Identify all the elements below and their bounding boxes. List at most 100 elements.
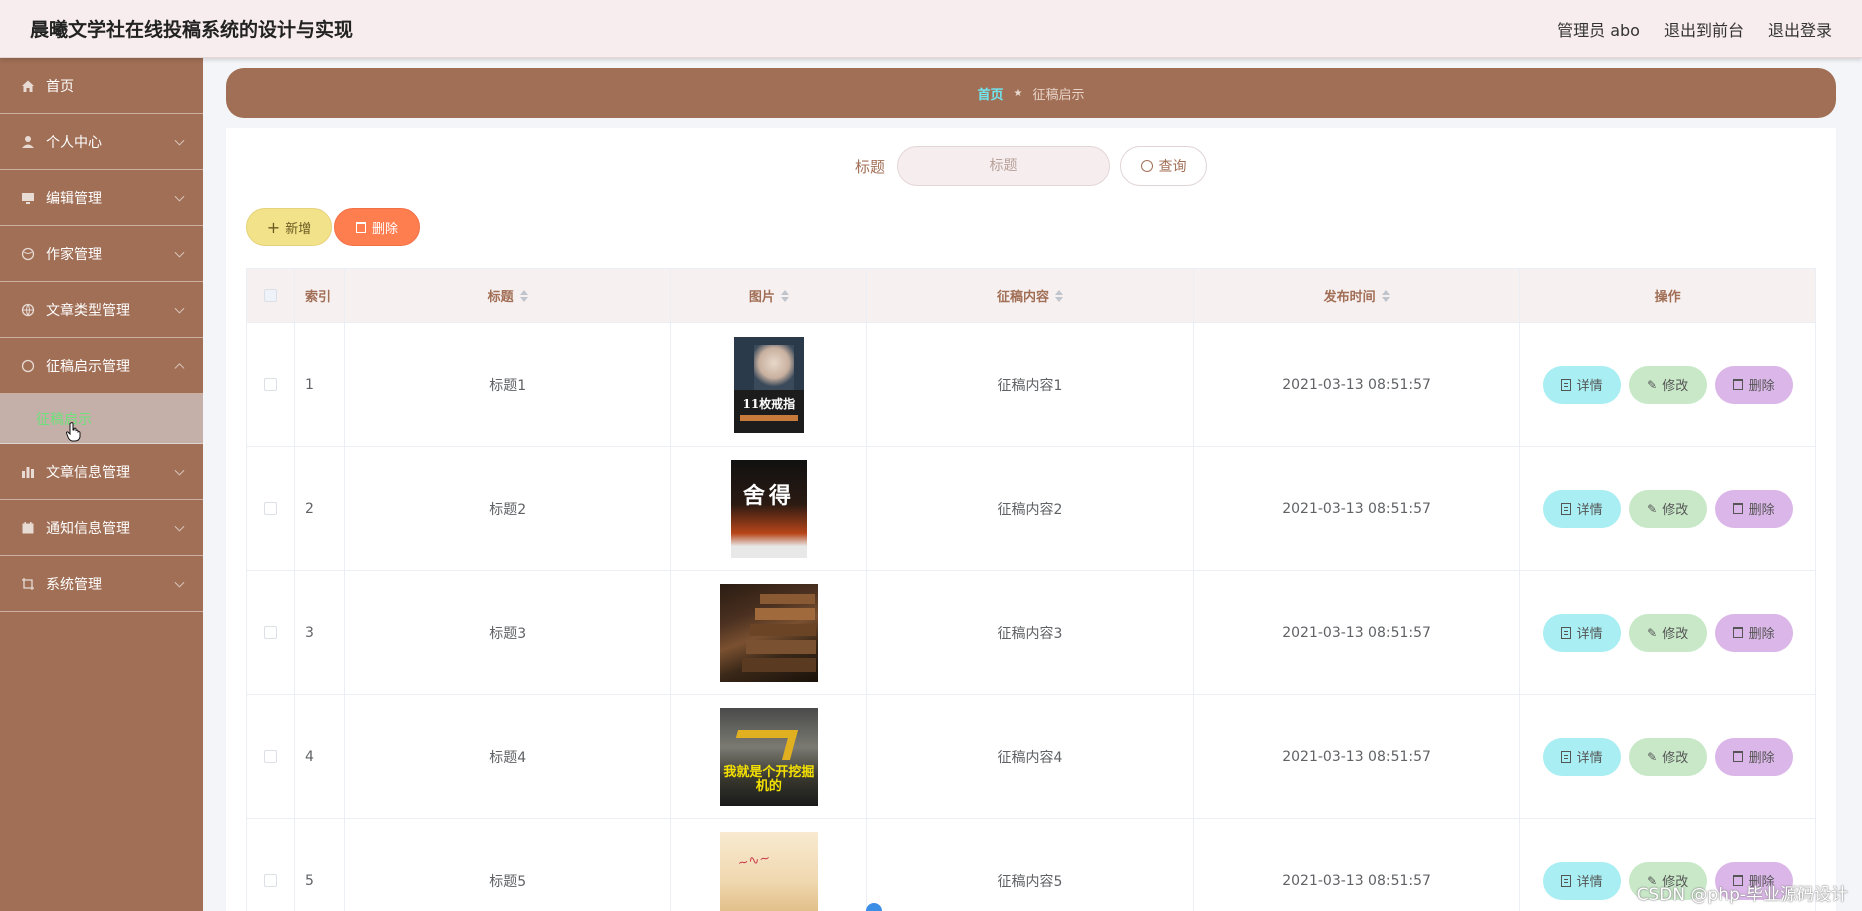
detail-label: 详情 [1576, 627, 1603, 642]
row-ops: 详情 ✎ 修改 删除 [1520, 571, 1815, 694]
row-checkbox[interactable] [263, 874, 277, 887]
sort-caret-icon[interactable] [780, 289, 789, 302]
books-stack-image [719, 583, 818, 682]
sidebar-item-editor[interactable]: 编辑管理 [0, 170, 203, 226]
batch-delete-button[interactable]: 删除 [334, 208, 420, 246]
row-title: 标题2 [345, 447, 672, 570]
row-checkbox[interactable] [263, 626, 277, 639]
detail-button[interactable]: 详情 [1542, 861, 1621, 900]
sidebar-item-profile[interactable]: 个人中心 [0, 114, 203, 170]
delete-button[interactable]: 删除 [1714, 613, 1793, 652]
sidebar-item-system[interactable]: 系统管理 [0, 556, 203, 612]
cover-title: 舍得 [742, 482, 795, 509]
row-content: 征稿内容1 [867, 323, 1194, 446]
breadcrumb-home[interactable]: 首页 [978, 84, 1004, 103]
add-button[interactable]: + 新增 [246, 208, 332, 246]
sidebar-item-label: 个人中心 [46, 134, 102, 151]
row-content: 征稿内容4 [867, 695, 1194, 818]
globe-icon [20, 302, 36, 318]
sidebar-item-writer[interactable]: 作家管理 [0, 226, 203, 282]
sort-caret-icon[interactable] [519, 289, 528, 302]
detail-button[interactable]: 详情 [1542, 737, 1621, 776]
document-icon [1560, 502, 1571, 515]
sidebar-item-label: 征稿启示管理 [46, 358, 130, 375]
delete-button[interactable]: 删除 [1714, 737, 1793, 776]
row-index: 2 [295, 447, 345, 570]
row-index: 5 [295, 819, 345, 911]
document-icon [1560, 626, 1571, 639]
header-content[interactable]: 征稿内容 [867, 269, 1194, 322]
cover-stripe [739, 414, 798, 421]
search-label: 标题 [854, 157, 885, 176]
table-row: 2 标题2 舍得 征稿内容2 2021-03-13 08:51:57 详情 ✎ 修… [247, 447, 1815, 571]
book-cover-image: ~∿~ [719, 831, 818, 911]
sidebar-item-article-info[interactable]: 文章信息管理 [0, 444, 203, 500]
book-spine [749, 623, 816, 636]
to-front-link[interactable]: 退出到前台 [1664, 17, 1744, 41]
chevron-down-icon [174, 247, 185, 258]
detail-button[interactable]: 详情 [1542, 489, 1621, 528]
table-row: 5 标题5 ~∿~ 征稿内容5 2021-03-13 08:51:57 详情 ✎… [247, 819, 1815, 911]
title-search-input[interactable] [897, 146, 1110, 186]
sort-caret-icon[interactable] [1381, 289, 1390, 302]
row-ops: 详情 ✎ 修改 删除 [1520, 447, 1815, 570]
edit-button[interactable]: ✎ 修改 [1628, 489, 1707, 528]
row-content: 征稿内容5 [867, 819, 1194, 911]
cover-script-icon: ~∿~ [736, 850, 772, 871]
header-content-label: 征稿内容 [997, 290, 1050, 305]
detail-label: 详情 [1576, 875, 1603, 890]
header-title[interactable]: 标题 [345, 269, 672, 322]
header-actions: 管理员 abo 退出到前台 退出登录 [1557, 17, 1832, 41]
delete-button[interactable]: 删除 [1714, 489, 1793, 528]
chevron-up-icon [174, 362, 185, 373]
query-button[interactable]: 查询 [1120, 146, 1207, 186]
home-icon [20, 78, 36, 94]
edit-label: 修改 [1662, 627, 1689, 642]
delete-button[interactable]: 删除 [1714, 365, 1793, 404]
sidebar-item-label: 系统管理 [46, 576, 102, 593]
row-checkbox[interactable] [263, 502, 277, 515]
header-image[interactable]: 图片 [671, 269, 868, 322]
sidebar-item-article-type[interactable]: 文章类型管理 [0, 282, 203, 338]
edit-button[interactable]: ✎ 修改 [1628, 613, 1707, 652]
trash-icon [1732, 503, 1743, 514]
edit-label: 修改 [1662, 503, 1689, 518]
table-header: 索引 标题 图片 征稿内容 发布时间 操作 [247, 269, 1815, 323]
plus-icon: + [266, 217, 281, 237]
sidebar-item-home[interactable]: 首页 [0, 58, 203, 114]
search-row: 标题 查询 [226, 146, 1836, 186]
select-all-checkbox[interactable] [263, 289, 277, 302]
row-ops: 详情 ✎ 修改 删除 [1520, 695, 1815, 818]
row-time: 2021-03-13 08:51:57 [1194, 819, 1521, 911]
edit-button[interactable]: ✎ 修改 [1628, 737, 1707, 776]
header-time-label: 发布时间 [1323, 290, 1376, 305]
row-select-cell [247, 323, 295, 446]
edit-icon: ✎ [1647, 501, 1658, 516]
row-time: 2021-03-13 08:51:57 [1194, 323, 1521, 446]
edit-button[interactable]: ✎ 修改 [1628, 365, 1707, 404]
watermark: CSDN @php-毕业源码设计 [1636, 885, 1848, 905]
logout-link[interactable]: 退出登录 [1768, 17, 1832, 41]
sort-caret-icon[interactable] [1055, 289, 1064, 302]
header-time[interactable]: 发布时间 [1194, 269, 1521, 322]
sidebar-item-call-notice[interactable]: 征稿启示管理 [0, 338, 203, 394]
crop-icon [20, 576, 36, 592]
admin-label: 管理员 abo [1557, 20, 1640, 40]
calendar-icon [20, 520, 36, 536]
chevron-down-icon [174, 465, 185, 476]
document-icon [1560, 874, 1571, 887]
document-icon [1560, 378, 1571, 391]
cover-portrait [753, 344, 794, 390]
sidebar-subitem-call-notice[interactable]: 征稿启示 [0, 394, 203, 444]
header-ops: 操作 [1520, 269, 1815, 322]
table-row: 4 标题4 我就是个开挖掘机的 征稿内容4 2021-03-13 08:51:5… [247, 695, 1815, 819]
sidebar-item-label: 文章信息管理 [46, 464, 130, 481]
row-checkbox[interactable] [263, 378, 277, 391]
detail-button[interactable]: 详情 [1542, 365, 1621, 404]
row-time: 2021-03-13 08:51:57 [1194, 695, 1521, 818]
detail-button[interactable]: 详情 [1542, 613, 1621, 652]
chevron-down-icon [174, 521, 185, 532]
row-checkbox[interactable] [263, 750, 277, 763]
sidebar-item-label: 作家管理 [46, 246, 102, 263]
sidebar-item-notice-info[interactable]: 通知信息管理 [0, 500, 203, 556]
